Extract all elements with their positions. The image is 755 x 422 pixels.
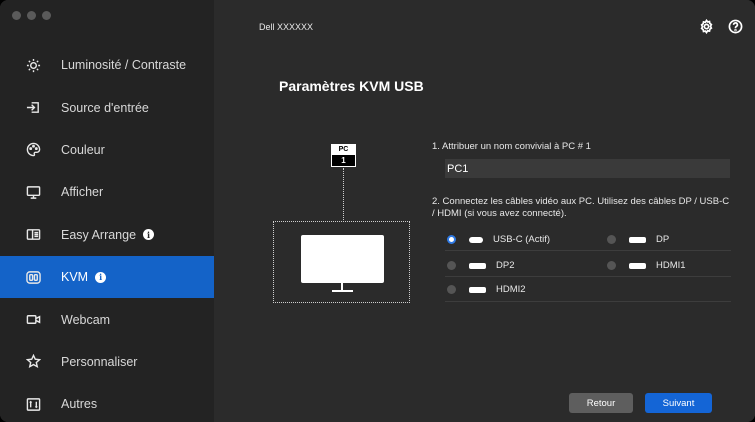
minimize-window-button[interactable]	[27, 11, 36, 20]
hdmi-port-icon	[469, 286, 486, 293]
radio-unselected[interactable]	[607, 235, 616, 244]
option-dp2[interactable]: DP2	[447, 260, 514, 271]
step2-label: 2. Connectez les câbles vidéo aux PC. Ut…	[432, 196, 730, 219]
monitor-foot	[332, 290, 353, 292]
input-source-icon	[25, 100, 41, 116]
hdmi-port-icon	[629, 262, 646, 269]
option-label: HDMI1	[656, 260, 686, 271]
sidebar-item-kvm[interactable]: KVM i	[0, 255, 214, 299]
option-label: USB-C (Actif)	[493, 234, 550, 245]
sidebar-item-others[interactable]: Autres	[0, 383, 214, 422]
dp-port-icon	[469, 262, 486, 269]
option-hdmi1[interactable]: HDMI1	[607, 260, 686, 271]
sidebar-item-webcam[interactable]: Webcam	[0, 298, 214, 340]
pc-name-input[interactable]	[445, 159, 730, 178]
color-palette-icon	[25, 142, 41, 158]
sidebar-item-label: Easy Arrange	[61, 227, 137, 242]
star-icon	[25, 354, 41, 370]
pc-badge: PC 1	[331, 144, 356, 167]
display-icon	[25, 184, 41, 200]
sidebar-item-label: Source d'entrée	[61, 100, 149, 115]
option-dp[interactable]: DP	[607, 234, 669, 245]
option-label: HDMI2	[496, 284, 526, 295]
option-hdmi2[interactable]: HDMI2	[447, 284, 526, 295]
sidebar-item-label: Autres	[61, 397, 98, 412]
option-usb-c[interactable]: USB-C (Actif)	[447, 234, 550, 245]
window-controls	[12, 11, 51, 20]
others-icon	[25, 396, 41, 412]
page-title: Paramètres KVM USB	[279, 78, 424, 94]
divider	[445, 250, 731, 251]
info-icon[interactable]: i	[143, 229, 155, 241]
sidebar-item-brightness[interactable]: Luminosité / Contraste	[0, 44, 214, 86]
sidebar-item-color[interactable]: Couleur	[0, 129, 214, 171]
app-window: Luminosité / Contraste Source d'entrée C…	[0, 0, 755, 422]
sidebar-nav: Luminosité / Contraste Source d'entrée C…	[0, 44, 214, 422]
next-button[interactable]: Suivant	[645, 393, 712, 413]
monitor-diagram	[273, 221, 410, 303]
kvm-icon	[25, 269, 41, 285]
sidebar-item-input-source[interactable]: Source d'entrée	[0, 86, 214, 128]
close-window-button[interactable]	[12, 11, 21, 20]
sidebar-item-label: Webcam	[61, 312, 111, 327]
brightness-icon	[25, 57, 41, 73]
sidebar-item-label: Couleur	[61, 142, 105, 157]
dp-port-icon	[629, 236, 646, 243]
help-icon[interactable]	[728, 19, 743, 39]
easy-arrange-icon	[25, 227, 41, 243]
step1-label: 1. Attribuer un nom convivial à PC # 1	[432, 141, 591, 152]
sidebar-item-easy-arrange[interactable]: Easy Arrange i	[0, 214, 214, 256]
connection-line	[343, 168, 344, 220]
sidebar-item-label: Personnaliser	[61, 354, 138, 369]
option-label: DP2	[496, 260, 515, 271]
sidebar-item-label: Luminosité / Contraste	[61, 58, 187, 73]
divider	[445, 276, 731, 277]
radio-unselected[interactable]	[607, 261, 616, 270]
radio-unselected[interactable]	[447, 261, 456, 270]
pc-badge-number: 1	[341, 156, 346, 165]
webcam-icon	[25, 312, 41, 328]
sidebar-item-display[interactable]: Afficher	[0, 171, 214, 213]
monitor-name: Dell XXXXXX	[259, 22, 314, 32]
pc-badge-label: PC	[332, 145, 355, 155]
top-toolbar	[699, 18, 743, 39]
sidebar-item-label: Afficher	[61, 185, 104, 200]
radio-unselected[interactable]	[447, 285, 456, 294]
option-label: DP	[656, 234, 670, 245]
back-button[interactable]: Retour	[569, 393, 633, 413]
main-panel: Dell XXXXXX Paramètres KVM USB PC 1 1. A…	[214, 0, 755, 422]
sidebar: Luminosité / Contraste Source d'entrée C…	[0, 0, 214, 422]
radio-selected[interactable]	[447, 235, 456, 244]
divider	[445, 301, 731, 302]
maximize-window-button[interactable]	[42, 11, 51, 20]
info-icon[interactable]: i	[95, 271, 107, 283]
sidebar-item-personalize[interactable]: Personnaliser	[0, 341, 214, 383]
usb-c-port-icon	[469, 236, 483, 243]
monitor-icon	[301, 235, 384, 283]
gear-icon[interactable]	[699, 18, 714, 39]
sidebar-item-label: KVM	[61, 270, 89, 285]
